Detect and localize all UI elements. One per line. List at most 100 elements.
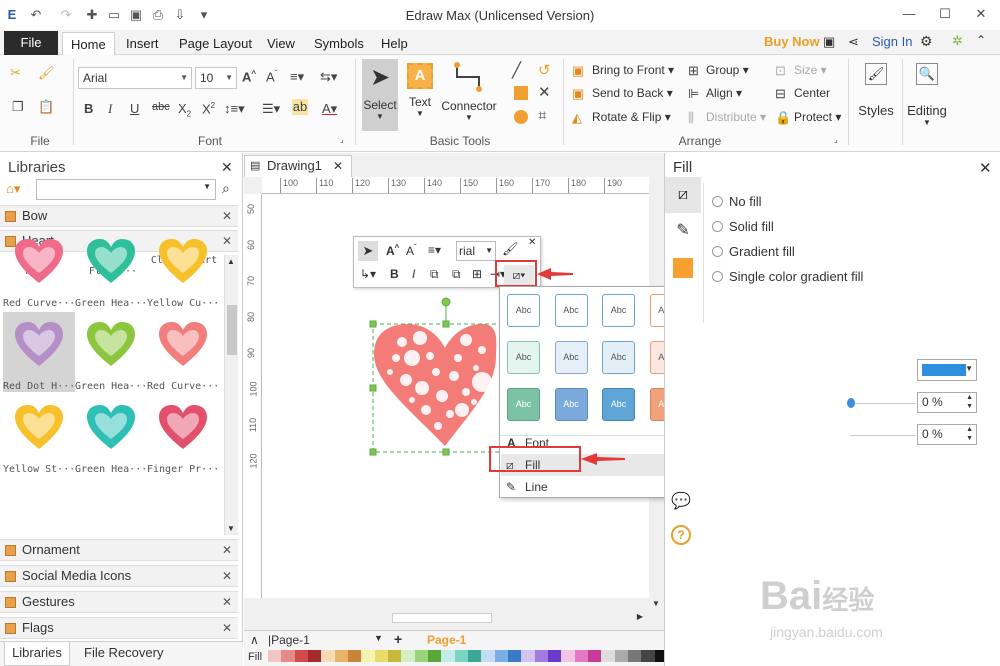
tab-help[interactable]: Help — [373, 32, 416, 55]
line-tab-icon[interactable]: ✎ — [665, 213, 701, 249]
add-page-icon[interactable]: + — [394, 631, 402, 647]
group-button[interactable]: Group ▾ — [706, 63, 749, 77]
ellipse-tool-icon[interactable] — [514, 110, 528, 124]
selected-heart-shape[interactable] — [366, 296, 506, 456]
styles-button[interactable]: 🖌 Styles — [855, 63, 897, 137]
font-dialog-launcher-icon[interactable]: ⌟ — [340, 135, 344, 144]
distribute-icon[interactable]: ⫼ — [688, 110, 694, 126]
select-tool-button[interactable]: ➤ Select ▼ — [362, 59, 398, 131]
style-swatch[interactable]: Abc — [507, 341, 540, 374]
radio-single-color-gradient-fill[interactable]: Single color gradient fill — [712, 269, 863, 284]
canvas-hscroll[interactable]: ▶ — [262, 610, 649, 626]
strikethrough-icon[interactable]: abc — [152, 101, 170, 113]
palette-color[interactable] — [494, 650, 508, 662]
library-section-flags[interactable]: Flags ✕ — [0, 617, 238, 639]
palette-color[interactable] — [361, 650, 375, 662]
mini-font-select[interactable]: rial ▼ — [456, 241, 496, 261]
crop-tool-icon[interactable]: ⌗ — [538, 107, 546, 124]
superscript-icon[interactable]: X2 — [202, 101, 215, 116]
text-tool-button[interactable]: A Text ▼ — [402, 59, 438, 131]
page-nav-up-icon[interactable]: ∧ — [250, 633, 259, 647]
mini-send-back-icon[interactable]: ⧉ — [452, 267, 461, 282]
distribute-button[interactable]: Distribute ▾ — [706, 110, 766, 124]
mini-bring-front-icon[interactable]: ⧉ — [430, 267, 439, 282]
paste-icon[interactable]: 📋 — [38, 99, 54, 115]
editing-button[interactable]: 🔍 Editing ▼ — [905, 63, 949, 137]
close-libraries-icon[interactable]: ✕ — [221, 159, 233, 176]
italic-icon[interactable]: I — [108, 101, 112, 117]
collapse-ribbon-icon[interactable]: ⌃ — [976, 33, 986, 47]
radio-no-fill[interactable]: No fill — [712, 194, 762, 209]
tab-view[interactable]: View — [259, 32, 303, 55]
send-to-back-icon[interactable]: ▣ — [572, 86, 584, 102]
library-section-ornament[interactable]: Ornament ✕ — [0, 539, 238, 561]
arc-tool-icon[interactable]: ↺ — [538, 61, 551, 79]
shadow-tab-icon[interactable] — [673, 258, 693, 278]
style-swatch[interactable]: Abc — [554, 341, 588, 374]
font-size-select[interactable]: 10 ▼ — [195, 67, 237, 89]
library-search-icon[interactable]: ⌕ — [222, 180, 230, 197]
share-icon[interactable]: ⋖ — [848, 34, 859, 50]
grow-font-icon[interactable]: A^ — [242, 69, 256, 84]
mini-bold-icon[interactable]: B — [390, 267, 399, 281]
line-tool-icon[interactable]: ╱ — [512, 61, 521, 79]
theme-icon[interactable]: ✲ — [952, 33, 963, 49]
protect-button[interactable]: Protect ▾ — [794, 110, 841, 124]
align-button[interactable]: Align ▾ — [706, 86, 742, 100]
buy-now-link[interactable]: Buy Now — [764, 34, 820, 49]
palette-color[interactable] — [547, 650, 562, 662]
close-document-icon[interactable]: ✕ — [333, 156, 343, 176]
palette-color[interactable] — [307, 650, 322, 662]
close-window-button[interactable]: ✕ — [970, 4, 992, 24]
style-swatch[interactable]: Abc — [554, 388, 588, 421]
library-shape[interactable]: Green Hea··· — [75, 229, 147, 309]
highlight-color-icon[interactable]: ab — [292, 99, 308, 115]
mini-group-icon[interactable]: ⊞ — [472, 267, 482, 281]
arrange-dialog-launcher-icon[interactable]: ⌟ — [834, 135, 838, 144]
tab-page-layout[interactable]: Page Layout — [171, 32, 260, 55]
library-home-icon[interactable]: ⌂▾ — [6, 181, 20, 197]
font-name-select[interactable]: Arial ▼ — [78, 67, 192, 89]
library-section-gestures[interactable]: Gestures ✕ — [0, 591, 238, 613]
hscroll-thumb[interactable] — [392, 613, 492, 623]
style-swatch[interactable]: Abc — [507, 388, 540, 421]
format-painter-icon[interactable]: ✂ — [10, 65, 21, 81]
palette-color[interactable] — [521, 650, 535, 662]
palette-color[interactable] — [414, 650, 428, 662]
bullets-icon[interactable]: ☰▾ — [262, 101, 280, 117]
tab-file[interactable]: File — [4, 31, 58, 55]
size-icon[interactable]: ⊡ — [775, 63, 786, 79]
align-text-icon[interactable]: ≡▾ — [290, 69, 304, 85]
align-icon[interactable]: ⊫ — [688, 86, 699, 102]
palette-color[interactable] — [574, 650, 588, 662]
style-swatch[interactable]: Abc — [554, 294, 588, 327]
tab-libraries[interactable]: Libraries — [4, 642, 70, 666]
document-tab[interactable]: ▤ Drawing1 ✕ — [244, 155, 352, 177]
mini-close-icon[interactable]: ✕ — [528, 237, 536, 248]
palette-color[interactable] — [467, 650, 482, 662]
library-shape[interactable]: Yellow St··· — [3, 395, 75, 475]
rectangle-tool-icon[interactable] — [514, 86, 528, 100]
rotate-flip-button[interactable]: Rotate & Flip ▾ — [592, 110, 671, 124]
library-shape[interactable]: Red Curve··· — [3, 229, 75, 309]
library-search-input[interactable]: ▼ — [36, 179, 216, 200]
shrink-font-icon[interactable]: Aˇ — [266, 69, 277, 84]
fill-color-picker[interactable]: ▼ — [917, 359, 977, 381]
mini-connector-icon[interactable]: ↳▾ — [360, 267, 376, 281]
fill-tab-icon[interactable]: ⧄ — [665, 177, 701, 213]
palette-color[interactable] — [374, 650, 388, 662]
transparency-slider[interactable] — [850, 403, 916, 404]
style-swatch[interactable]: Abc — [602, 294, 635, 327]
settings-gear-icon[interactable]: ⚙ — [920, 33, 933, 50]
palette-color[interactable] — [441, 650, 455, 662]
subscript-icon[interactable]: X2 — [178, 101, 191, 119]
underline-icon[interactable]: U — [130, 101, 139, 116]
library-shape[interactable]: Finger Pr··· — [147, 395, 219, 475]
copy-icon[interactable]: ❐ — [12, 99, 24, 115]
palette-color[interactable] — [561, 650, 575, 662]
palette-color[interactable] — [294, 650, 308, 662]
color-palette[interactable] — [268, 650, 668, 662]
tab-file-recovery[interactable]: File Recovery — [84, 645, 163, 660]
palette-color[interactable] — [641, 650, 655, 662]
protect-icon[interactable]: 🔒 — [775, 110, 791, 126]
